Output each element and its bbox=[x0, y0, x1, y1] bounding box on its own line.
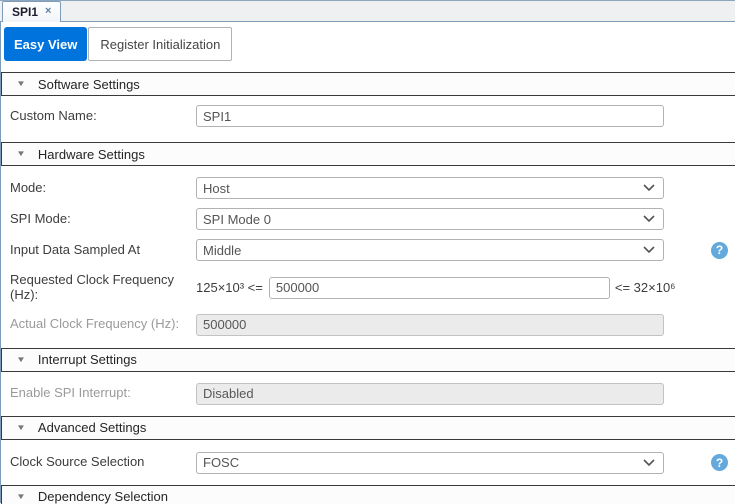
editor-tab-spi1[interactable]: SPI1 × bbox=[2, 1, 62, 22]
help-icon[interactable]: ? bbox=[711, 241, 728, 259]
input-data-sampled-at-dropdown-value: Middle bbox=[203, 242, 242, 258]
chevron-down-icon bbox=[643, 184, 655, 192]
section-header-interrupt-settings[interactable]: ▼ Interrupt Settings bbox=[1, 347, 735, 372]
enable-spi-interrupt-label: Enable SPI Interrupt: bbox=[10, 385, 131, 401]
clock-source-selection-dropdown[interactable]: FOSC bbox=[196, 451, 664, 474]
input-data-sampled-at-label: Input Data Sampled At bbox=[10, 241, 141, 257]
section-title: Hardware Settings bbox=[37, 146, 145, 162]
custom-name-input[interactable] bbox=[196, 105, 664, 127]
row-clock-source-selection: Clock Source Selection FOSC ? bbox=[1, 451, 735, 474]
mode-dropdown[interactable]: Host bbox=[196, 177, 664, 199]
collapse-triangle-icon[interactable]: ▼ bbox=[16, 80, 26, 88]
row-actual-clock-frequency: Actual Clock Frequency (Hz): bbox=[1, 313, 735, 336]
section-header-software-settings[interactable]: ▼ Software Settings bbox=[1, 72, 735, 96]
row-requested-clock-frequency: Requested Clock Frequency (Hz): 125×10³ … bbox=[1, 272, 735, 303]
spi-mode-dropdown[interactable]: SPI Mode 0 bbox=[196, 208, 664, 230]
requested-clock-frequency-label: Requested Clock Frequency (Hz): bbox=[10, 272, 175, 302]
chevron-down-icon bbox=[643, 246, 655, 254]
collapse-triangle-icon[interactable]: ▼ bbox=[16, 423, 26, 432]
requested-clock-min-text: 125×10³ <= bbox=[196, 280, 263, 296]
section-header-hardware-settings[interactable]: ▼ Hardware Settings bbox=[1, 142, 735, 166]
view-tab-strip: Easy View Register Initialization bbox=[1, 22, 735, 61]
requested-clock-frequency-input[interactable] bbox=[268, 276, 610, 299]
actual-clock-frequency-input bbox=[196, 313, 664, 336]
spi-mode-label: SPI Mode: bbox=[10, 210, 71, 226]
clock-source-selection-dropdown-value: FOSC bbox=[203, 455, 240, 471]
row-spi-mode: SPI Mode: SPI Mode 0 bbox=[1, 208, 735, 230]
row-mode: Mode: Host bbox=[1, 177, 735, 199]
section-header-advanced-settings[interactable]: ▼ Advanced Settings bbox=[1, 415, 735, 440]
custom-name-label: Custom Name: bbox=[10, 107, 97, 123]
mode-dropdown-value: Host bbox=[203, 180, 230, 196]
actual-clock-frequency-label: Actual Clock Frequency (Hz): bbox=[10, 316, 180, 332]
tab-easy-view[interactable]: Easy View bbox=[4, 27, 88, 61]
help-icon[interactable]: ? bbox=[711, 454, 728, 472]
editor-tab-bar: SPI1 × bbox=[0, 0, 735, 22]
section-header-dependency-selection[interactable]: ▼ Dependency Selection bbox=[1, 484, 735, 504]
spi-mode-dropdown-value: SPI Mode 0 bbox=[203, 211, 271, 227]
enable-spi-interrupt-input bbox=[196, 382, 664, 405]
row-input-data-sampled-at: Input Data Sampled At Middle ? bbox=[1, 239, 735, 261]
collapse-triangle-icon[interactable]: ▼ bbox=[16, 355, 26, 364]
collapse-triangle-icon[interactable]: ▼ bbox=[16, 492, 26, 501]
input-data-sampled-at-dropdown[interactable]: Middle bbox=[196, 239, 664, 261]
chevron-down-icon bbox=[643, 215, 655, 223]
tab-register-initialization[interactable]: Register Initialization bbox=[88, 27, 233, 61]
row-custom-name: Custom Name: bbox=[1, 105, 735, 127]
tab-easy-view-label: Easy View bbox=[14, 36, 78, 52]
section-title: Interrupt Settings bbox=[37, 352, 137, 368]
close-icon[interactable]: × bbox=[45, 6, 51, 17]
mode-label: Mode: bbox=[10, 179, 47, 195]
content-area: Easy View Register Initialization ▼ Soft… bbox=[0, 22, 735, 504]
row-enable-spi-interrupt: Enable SPI Interrupt: bbox=[1, 382, 735, 405]
chevron-down-icon bbox=[643, 459, 655, 467]
tab-register-initialization-label: Register Initialization bbox=[100, 36, 221, 52]
collapse-triangle-icon[interactable]: ▼ bbox=[16, 150, 26, 158]
spi-config-window: SPI1 × Easy View Register Initialization… bbox=[0, 0, 735, 504]
section-title: Advanced Settings bbox=[37, 420, 147, 436]
editor-tab-title: SPI1 bbox=[12, 4, 39, 19]
section-title: Dependency Selection bbox=[37, 489, 169, 504]
clock-source-selection-label: Clock Source Selection bbox=[10, 454, 145, 470]
requested-clock-max-text: <= 32×10⁶ bbox=[614, 280, 676, 296]
section-title: Software Settings bbox=[37, 76, 140, 92]
